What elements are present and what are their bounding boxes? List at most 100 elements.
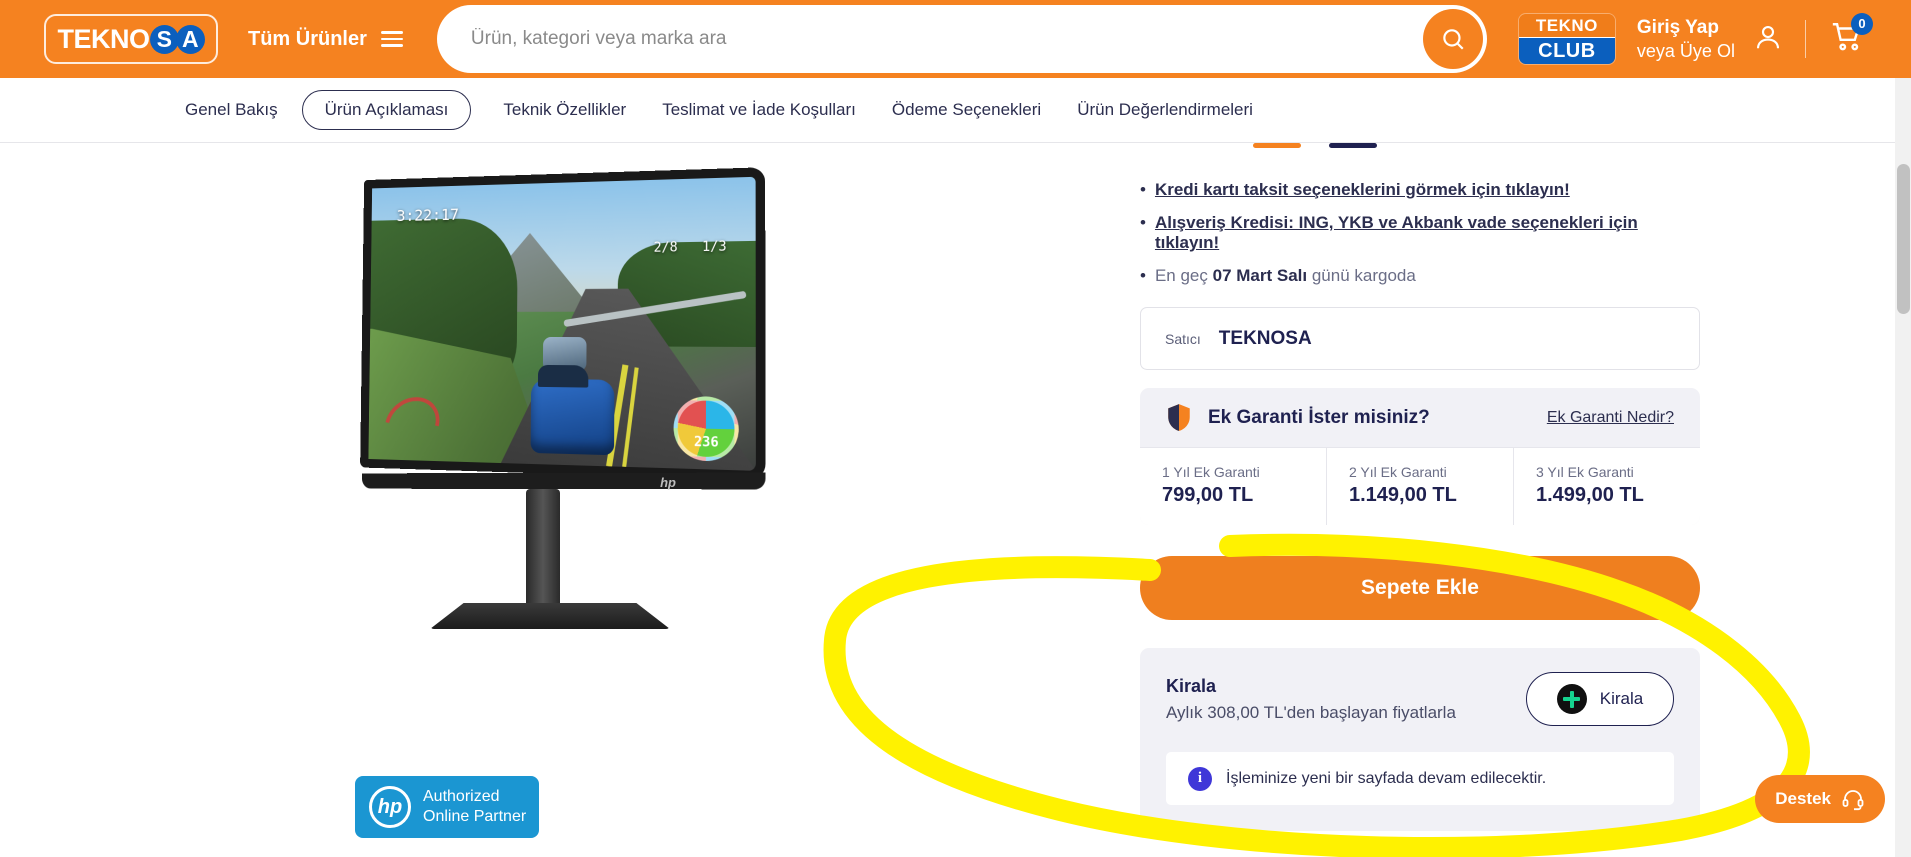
hud-lap-position: 2/8 1/3 <box>654 236 727 262</box>
extended-warranty-options: 1 Yıl Ek Garanti 799,00 TL 2 Yıl Ek Gara… <box>1140 447 1700 525</box>
rent-button-label: Kirala <box>1599 689 1644 708</box>
hp-logo-icon: hp <box>660 475 676 490</box>
seller-label: Satıcı <box>1165 330 1201 347</box>
hud-minimap <box>383 398 441 450</box>
tekno-club-badge[interactable]: TEKNO CLUB <box>1518 14 1615 64</box>
tab-odeme-secenekleri[interactable]: Ödeme Seçenekleri <box>892 91 1041 129</box>
logo-text-main: TEKNO <box>57 23 151 54</box>
game-car-player <box>531 378 615 455</box>
hamburger-icon[interactable] <box>380 31 403 47</box>
search-input[interactable] <box>470 28 1351 50</box>
tab-urun-aciklamasi[interactable]: Ürün Açıklaması <box>301 90 472 130</box>
logo-text: TEKNO S A <box>58 24 205 55</box>
search-bar <box>436 5 1487 73</box>
tab-genel-bakis[interactable]: Genel Bakış <box>185 91 278 129</box>
site-header: TEKNO S A Tüm Ürünler TEKNO CLUB Giriş Y… <box>0 0 1911 78</box>
cart-button[interactable]: 0 <box>1830 12 1873 59</box>
plus-circle-icon <box>1556 684 1587 714</box>
tekno-club-top: TEKNO <box>1518 14 1615 38</box>
tekno-club-bottom: CLUB <box>1518 38 1615 64</box>
scrollbar-thumb[interactable] <box>1897 164 1910 314</box>
page-scrollbar[interactable] <box>1895 78 1911 857</box>
product-tab-bar: Genel Bakış Ürün Açıklaması Teknik Özell… <box>0 78 1895 143</box>
user-account-icon[interactable] <box>1753 22 1783 57</box>
rent-subtitle: Aylık 308,00 TL'den başlayan fiyatlarla <box>1166 702 1456 722</box>
tab-teslimat-iade[interactable]: Teslimat ve İade Koşulları <box>662 91 856 129</box>
bullet-credit-card-installments: • Kredi kartı taksit seçeneklerini görme… <box>1140 180 1700 200</box>
warranty-option-label: 1 Yıl Ek Garanti <box>1162 464 1260 480</box>
tab-teknik-ozellikler[interactable]: Teknik Özellikler <box>503 91 626 129</box>
search-icon <box>1443 29 1464 50</box>
hp-badge-text: Authorized Online Partner <box>423 787 526 827</box>
rent-title: Kirala <box>1166 675 1217 696</box>
logo-letter-a: A <box>175 24 205 54</box>
extended-warranty-title: Ek Garanti İster misiniz? <box>1208 406 1430 428</box>
warranty-option-label: 2 Yıl Ek Garanti <box>1349 464 1447 480</box>
extended-warranty-header: Ek Garanti İster misiniz? Ek Garanti Ned… <box>1140 388 1700 447</box>
rent-info-bar: i İşleminize yeni bir sayfada devam edil… <box>1166 752 1674 805</box>
bullet-shopping-credit: • Alışveriş Kredisi: ING, YKB ve Akbank … <box>1140 213 1700 253</box>
teknosa-logo[interactable]: TEKNO S A <box>44 14 218 64</box>
product-image-monitor[interactable]: 3:22:17 2/8 1/3 236 hp <box>330 167 766 633</box>
hp-circle-icon: hp <box>369 786 411 828</box>
tab-urun-degerlendirmeleri[interactable]: Ürün Değerlendirmeleri <box>1077 91 1253 129</box>
shipping-note-after: günü kargoda <box>1307 266 1416 285</box>
warranty-option-price: 1.499,00 TL <box>1536 484 1644 506</box>
info-bullet-list: • Kredi kartı taksit seçeneklerini görme… <box>1140 180 1700 286</box>
rent-row: Kirala Aylık 308,00 TL'den başlayan fiya… <box>1166 672 1674 726</box>
bullet-dot: • <box>1140 213 1146 232</box>
product-detail-page: TEKNO S A Tüm Ürünler TEKNO CLUB Giriş Y… <box>0 0 1911 857</box>
support-button[interactable]: Destek <box>1755 775 1885 823</box>
login-line-2: veya Üye Ol <box>1636 40 1735 61</box>
credit-card-installments-link[interactable]: Kredi kartı taksit seçeneklerini görmek … <box>1155 180 1570 200</box>
hud-speedometer: 236 <box>673 395 740 462</box>
logo-letter-s: S <box>149 24 179 54</box>
extended-warranty-info-link[interactable]: Ek Garanti Nedir? <box>1547 409 1674 427</box>
all-products-label: Tüm Ürünler <box>248 27 367 50</box>
header-divider <box>1804 20 1806 58</box>
hp-badge-line-1: Authorized <box>423 788 500 805</box>
warranty-option-price: 799,00 TL <box>1162 484 1254 506</box>
info-icon: i <box>1188 766 1212 791</box>
shipping-note-date: 07 Mart Salı <box>1212 266 1308 285</box>
cart-count-badge: 0 <box>1850 12 1873 35</box>
search-button[interactable] <box>1422 9 1483 69</box>
shopping-credit-link[interactable]: Alışveriş Kredisi: ING, YKB ve Akbank va… <box>1155 213 1700 253</box>
purchase-panel: • Kredi kartı taksit seçeneklerini görme… <box>1140 143 1700 831</box>
rent-info-text: İşleminize yeni bir sayfada devam edilec… <box>1226 769 1547 787</box>
bullet-dot: • <box>1140 180 1146 199</box>
hud-race-time: 3:22:17 <box>396 204 460 225</box>
shipping-note-before: En geç <box>1154 266 1213 285</box>
extended-warranty-section: Ek Garanti İster misiniz? Ek Garanti Ned… <box>1140 388 1700 525</box>
monitor-bezel-chin <box>362 472 766 490</box>
shield-icon <box>1168 404 1190 431</box>
hud-position: 1/3 <box>702 239 727 256</box>
rent-button[interactable]: Kirala <box>1526 672 1674 726</box>
hp-badge-line-2: Online Partner <box>423 808 527 825</box>
hud-lap: 2/8 <box>653 240 678 257</box>
shipping-note: En geç 07 Mart Salı günü kargoda <box>1155 266 1416 286</box>
rent-section: Kirala Aylık 308,00 TL'den başlayan fiya… <box>1140 648 1700 831</box>
seller-name: TEKNOSA <box>1218 327 1312 349</box>
warranty-option-label: 3 Yıl Ek Garanti <box>1536 464 1634 480</box>
seller-box[interactable]: Satıcı TEKNOSA <box>1140 307 1700 370</box>
warranty-option-1-year[interactable]: 1 Yıl Ek Garanti 799,00 TL <box>1140 448 1327 525</box>
rent-texts: Kirala Aylık 308,00 TL'den başlayan fiya… <box>1166 676 1456 723</box>
headset-icon <box>1842 790 1864 811</box>
monitor-stand-base <box>430 603 670 629</box>
hp-authorized-partner-badge: hp Authorized Online Partner <box>355 776 539 838</box>
bullet-shipping-note: • En geç 07 Mart Salı günü kargoda <box>1140 266 1700 286</box>
product-gallery: 3:22:17 2/8 1/3 236 hp hp Authorized Onl… <box>0 143 930 857</box>
all-products-menu[interactable]: Tüm Ürünler <box>248 28 403 51</box>
support-label: Destek <box>1775 789 1831 808</box>
add-to-cart-button[interactable]: Sepete Ekle <box>1140 556 1700 620</box>
warranty-option-2-year[interactable]: 2 Yıl Ek Garanti 1.149,00 TL <box>1327 448 1514 525</box>
bullet-dot: • <box>1140 266 1146 285</box>
hud-speed-value: 236 <box>693 434 719 451</box>
monitor-screen: 3:22:17 2/8 1/3 236 <box>360 167 766 481</box>
login-line-1: Giriş Yap <box>1636 16 1719 38</box>
warranty-option-3-year[interactable]: 3 Yıl Ek Garanti 1.499,00 TL <box>1514 448 1700 525</box>
login-link[interactable]: Giriş Yap veya Üye Ol <box>1637 16 1735 62</box>
monitor-stand-neck <box>526 489 560 609</box>
warranty-option-price: 1.149,00 TL <box>1349 484 1457 506</box>
